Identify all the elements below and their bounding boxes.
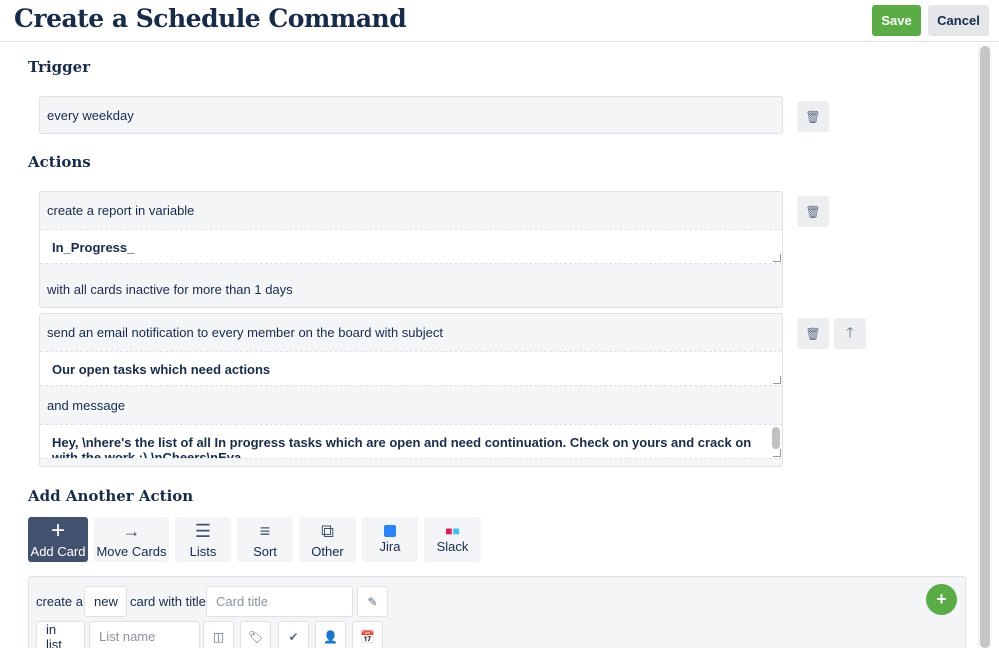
jira-label: Jira — [379, 539, 401, 554]
email-line2: and message — [47, 398, 126, 413]
actions-heading: Actions — [28, 153, 91, 171]
list-name-input[interactable]: List name — [89, 621, 200, 648]
add-action-heading: Add Another Action — [28, 487, 194, 505]
resize-handle[interactable] — [773, 449, 781, 457]
delete-trigger-button[interactable]: 🗑 — [797, 101, 829, 132]
copy-icon: ⧉ — [321, 521, 334, 541]
move-cards-label: Move Cards — [96, 544, 167, 559]
checklist-button[interactable]: ✔ — [278, 621, 309, 648]
trigger-heading: Trigger — [28, 58, 91, 76]
variable-field[interactable]: In_Progress_ — [40, 229, 782, 264]
sort-button[interactable]: ≡ Sort — [237, 517, 293, 562]
create-a-label: create a — [36, 594, 83, 609]
message-field[interactable]: Hey, \nhere's the list of all In progres… — [40, 424, 782, 459]
slack-button[interactable]: ■■ Slack — [424, 517, 481, 562]
label-button[interactable]: 🏷 — [240, 621, 271, 648]
other-button[interactable]: ⧉ Other — [299, 517, 356, 562]
resize-handle[interactable] — [773, 254, 781, 262]
tag-icon: 🏷 — [247, 629, 264, 644]
edit-title-button[interactable]: ✎ — [357, 586, 388, 617]
board-icon: ◫ — [212, 629, 225, 644]
subject-value: Our open tasks which need actions — [52, 362, 271, 377]
arrow-right-icon: → — [122, 521, 141, 541]
card-with-title-label: card with title — [130, 594, 206, 609]
other-label: Other — [311, 544, 344, 559]
card-title-input[interactable]: Card title — [206, 586, 353, 617]
trigger-text: every weekday — [47, 108, 134, 123]
cancel-button[interactable]: Cancel — [928, 5, 989, 36]
scrollbar-thumb[interactable] — [980, 46, 990, 648]
report-line1: create a report in variable — [47, 203, 195, 218]
email-action-box: send an email notification to every memb… — [39, 313, 783, 467]
move-up-button[interactable]: 🡑 — [834, 318, 866, 349]
header: Create a Schedule Command Save Cancel — [0, 0, 999, 42]
trash-icon: 🗑 — [805, 326, 821, 341]
sort-label: Sort — [253, 544, 277, 559]
date-button[interactable]: 📅 — [352, 621, 383, 648]
jira-icon — [362, 521, 418, 541]
lists-label: Lists — [189, 544, 217, 559]
variable-value: In_Progress_ — [52, 240, 135, 255]
delete-report-button[interactable]: 🗑 — [797, 196, 829, 227]
plus-icon: + — [936, 589, 947, 609]
plus-icon: + — [50, 517, 65, 544]
arrow-up-icon: 🡑 — [846, 323, 854, 340]
trash-icon: 🗑 — [805, 204, 821, 219]
check-icon: ✔ — [288, 629, 299, 644]
sort-icon: ≡ — [259, 521, 271, 541]
trigger-box[interactable]: every weekday — [39, 96, 783, 134]
page-title: Create a Schedule Command — [14, 4, 407, 33]
in-list-select[interactable]: in list — [36, 621, 85, 648]
trash-icon: 🗑 — [805, 109, 821, 124]
calendar-icon: 📅 — [360, 629, 375, 644]
report-line2: with all cards inactive for more than 1 … — [47, 282, 293, 297]
add-card-label: Add Card — [30, 544, 86, 559]
report-action-box: create a report in variable In_Progress_… — [39, 191, 783, 308]
resize-handle[interactable] — [773, 376, 781, 384]
move-cards-button[interactable]: → Move Cards — [94, 517, 169, 562]
save-button[interactable]: Save — [872, 5, 921, 36]
list-icon: ☰ — [194, 521, 212, 541]
jira-button[interactable]: Jira — [362, 517, 418, 562]
subject-field[interactable]: Our open tasks which need actions — [40, 351, 782, 386]
slack-label: Slack — [436, 539, 469, 554]
lists-button[interactable]: ☰ Lists — [175, 517, 231, 562]
board-button[interactable]: ◫ — [203, 621, 234, 648]
add-card-button[interactable]: + Add Card — [28, 517, 88, 562]
edit-icon: ✎ — [367, 594, 378, 609]
delete-email-button[interactable]: 🗑 — [797, 318, 829, 349]
email-line1: send an email notification to every memb… — [47, 325, 443, 340]
new-select[interactable]: new — [84, 586, 127, 617]
add-action-plus-button[interactable]: + — [926, 584, 957, 615]
message-value: Hey, \nhere's the list of all In progres… — [52, 435, 752, 459]
user-icon: 👤 — [323, 629, 338, 644]
slack-icon: ■■ — [445, 524, 460, 538]
member-button[interactable]: 👤 — [315, 621, 346, 648]
message-scroll-thumb[interactable] — [772, 427, 780, 449]
